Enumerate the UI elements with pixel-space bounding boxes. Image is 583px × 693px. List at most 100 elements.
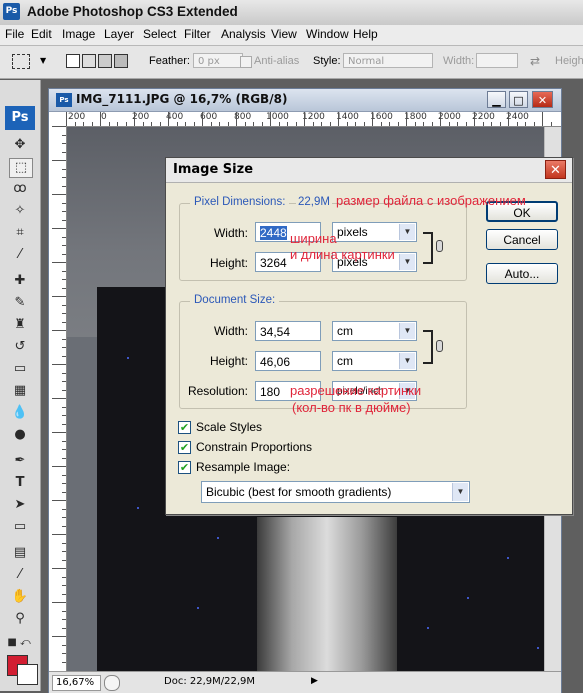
intersect-selection-icon[interactable] (114, 54, 128, 68)
ruler-tick (62, 177, 66, 178)
gradient-tool-icon[interactable]: ▦ (9, 382, 31, 400)
ruler-tick (62, 372, 66, 374)
doc-width-input[interactable]: 34,54 (255, 321, 321, 341)
pen-tool-icon[interactable]: ✒ (9, 452, 31, 470)
ruler-tick (253, 122, 254, 126)
ruler-tick (62, 389, 66, 391)
document-title-bar[interactable]: Ps IMG_7111.JPG @ 16,7% (RGB/8) ▁ □ ✕ (49, 89, 561, 112)
antialias-checkbox[interactable] (240, 56, 252, 68)
new-selection-icon[interactable] (66, 54, 80, 68)
ruler-tick (304, 112, 305, 126)
menu-view[interactable]: View (271, 27, 297, 41)
menu-layer[interactable]: Layer (104, 27, 134, 41)
type-tool-icon[interactable]: T (9, 474, 31, 492)
document-ps-icon: Ps (56, 93, 72, 107)
scale-styles-checkbox[interactable]: ✔ (178, 421, 191, 434)
menu-window[interactable]: Window (306, 27, 349, 41)
clone-stamp-icon[interactable]: ♜ (9, 316, 31, 334)
marquee-tool-icon[interactable]: ⬚ (9, 158, 33, 178)
image-size-dialog: Image Size ✕ Pixel Dimensions: 22,9M Wid… (165, 157, 573, 515)
shape-tool-icon[interactable]: ▭ (9, 518, 31, 536)
status-menu-icon[interactable] (104, 675, 120, 691)
style-select[interactable]: Normal (343, 53, 433, 68)
swap-colors-icon[interactable]: ■ ⤺ (4, 634, 34, 652)
dialog-title-bar[interactable]: Image Size ✕ (166, 158, 572, 183)
ruler-tick (62, 585, 66, 586)
ruler-tick (108, 122, 110, 126)
dialog-close-button[interactable]: ✕ (545, 160, 566, 179)
width-input[interactable] (476, 53, 518, 68)
ruler-tick (52, 534, 66, 535)
close-window-button[interactable]: ✕ (532, 91, 553, 108)
chevron-down-icon[interactable]: ▼ (40, 56, 46, 65)
dodge-tool-icon[interactable]: ● (9, 426, 31, 444)
crop-tool-icon[interactable]: ⌗ (9, 224, 31, 242)
ruler-tick (287, 122, 288, 126)
ruler-tick (52, 296, 66, 297)
move-tool-icon[interactable]: ✥ (9, 136, 31, 154)
menu-image[interactable]: Image (62, 27, 95, 41)
history-brush-icon[interactable]: ↺ (9, 338, 31, 356)
chevron-down-icon: ▼ (399, 254, 415, 270)
doc-width-unit-select[interactable]: cm ▼ (332, 321, 417, 341)
menu-filter[interactable]: Filter (184, 27, 211, 41)
resample-image-checkbox[interactable]: ✔ (178, 461, 191, 474)
photo-light (427, 627, 429, 629)
resample-method-select[interactable]: Bicubic (best for smooth gradients) ▼ (201, 481, 470, 503)
status-bar: 16,67% Doc: 22,9M/22,9M ▶ (49, 671, 561, 693)
feather-input[interactable]: 0 px (193, 53, 243, 68)
status-arrow-icon[interactable]: ▶ (311, 676, 318, 686)
ruler-tick (227, 122, 229, 126)
zoom-level[interactable]: 16,67% (52, 675, 101, 691)
blur-tool-icon[interactable]: 💧 (9, 404, 31, 422)
subtract-selection-icon[interactable] (98, 54, 112, 68)
maximize-button[interactable]: □ (509, 91, 528, 108)
marquee-preset-icon[interactable] (12, 54, 30, 69)
background-color-swatch[interactable] (17, 664, 38, 685)
menu-file[interactable]: File (5, 27, 24, 41)
eraser-tool-icon[interactable]: ▭ (9, 360, 31, 378)
menu-help[interactable]: Help (353, 27, 378, 41)
doc-height-unit-select[interactable]: cm ▼ (332, 351, 417, 371)
hand-tool-icon[interactable]: ✋ (9, 588, 31, 606)
brush-tool-icon[interactable]: ✎ (9, 294, 31, 312)
ruler-tick (62, 202, 66, 204)
eyedropper-tool-icon[interactable]: ⁄ (9, 566, 31, 584)
ruler-tick (66, 112, 67, 126)
add-selection-icon[interactable] (82, 54, 96, 68)
magic-wand-icon[interactable]: ✧ (9, 202, 31, 220)
minimize-button[interactable]: ▁ (487, 91, 506, 108)
menu-analysis[interactable]: Analysis (221, 27, 266, 41)
ruler-tick (62, 542, 66, 544)
ruler-tick (62, 619, 66, 620)
swap-icon[interactable]: ⇄ (530, 54, 540, 68)
ruler-tick (52, 160, 66, 161)
ruler-tick (159, 122, 161, 126)
photoshop-logo[interactable]: Ps (5, 106, 35, 130)
lasso-tool-icon[interactable]: ꝏ (9, 180, 31, 198)
pixel-width-unit: pixels (337, 225, 368, 239)
cancel-button[interactable]: Cancel (486, 229, 558, 250)
vertical-ruler[interactable] (49, 126, 67, 671)
pixel-width-unit-select[interactable]: pixels ▼ (332, 222, 417, 242)
doc-height-input[interactable]: 46,06 (255, 351, 321, 371)
chevron-down-icon: ▼ (399, 353, 415, 369)
ruler-tick (219, 122, 220, 126)
ruler-origin[interactable] (49, 112, 67, 127)
constrain-proportions-checkbox[interactable]: ✔ (178, 441, 191, 454)
notes-tool-icon[interactable]: ▤ (9, 544, 31, 562)
ruler-tick (389, 122, 390, 126)
auto-button[interactable]: Auto... (486, 263, 558, 284)
menu-edit[interactable]: Edit (31, 27, 52, 41)
menu-select[interactable]: Select (143, 27, 176, 41)
ruler-tick (278, 122, 280, 126)
slice-tool-icon[interactable]: ⁄ (9, 246, 31, 264)
horizontal-ruler[interactable]: 200 0 200 400 600 800 1000 1200 1400 160… (66, 112, 561, 127)
healing-brush-icon[interactable]: ✚ (9, 272, 31, 290)
ruler-tick (62, 423, 66, 425)
ruler-tick (62, 151, 66, 153)
path-selection-icon[interactable]: ➤ (9, 496, 31, 514)
width-label: Width: (443, 55, 475, 67)
zoom-tool-icon[interactable]: ⚲ (9, 610, 31, 628)
ruler-tick (525, 122, 526, 126)
